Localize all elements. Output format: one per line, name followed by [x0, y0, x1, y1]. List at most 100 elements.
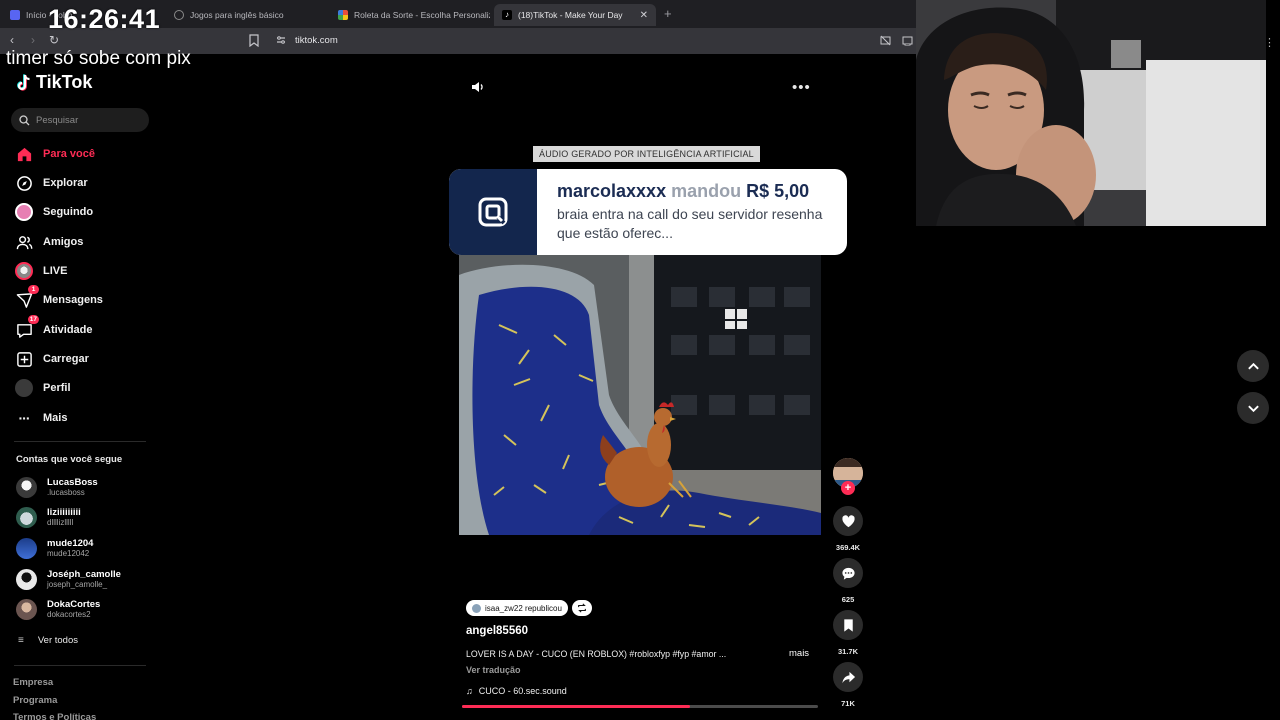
share-button[interactable] — [833, 662, 863, 692]
cast-icon[interactable] — [902, 35, 913, 46]
following-account-lucasboss[interactable]: LucasBoss .lucasboss — [16, 477, 98, 498]
no-tracking-icon[interactable] — [880, 35, 891, 46]
tiktok-note-icon — [17, 73, 30, 91]
comment-button[interactable] — [833, 558, 863, 588]
account-name: mude1204 — [47, 538, 94, 549]
browser-tab-jogos[interactable]: Jogos para inglês básico — [166, 4, 326, 26]
avatar — [16, 538, 37, 559]
tab-label: (18)TikTok - Make Your Day — [518, 10, 623, 20]
list-icon: ≡ — [18, 635, 24, 646]
tab-label: Jogos para inglês básico — [190, 10, 284, 20]
donor-name: marcolaxxxx — [557, 181, 667, 201]
footer-link-programa[interactable]: Programa — [13, 695, 57, 706]
translate-button[interactable]: Ver tradução — [466, 665, 521, 675]
donation-verb: mandou — [671, 181, 742, 201]
video-sound[interactable]: ♫ CUCO - 60.sec.sound — [466, 686, 567, 696]
following-avatar-icon — [15, 203, 33, 221]
reposter-avatar — [472, 603, 481, 613]
tab-label: Roleta da Sorte - Escolha Personaliza — [354, 10, 490, 20]
follow-plus-icon[interactable]: + — [841, 481, 855, 495]
save-button[interactable] — [833, 610, 863, 640]
see-all-label: Ver todos — [37, 635, 78, 646]
messages-icon: 1 — [15, 285, 39, 309]
url-text[interactable]: tiktok.com — [295, 35, 338, 46]
pix-icon — [478, 197, 508, 227]
compass-icon — [15, 174, 33, 192]
following-account-joseph[interactable]: Joséph_camolle joseph_camolle_ — [16, 569, 121, 590]
nav-seguindo[interactable]: Seguindo — [15, 203, 93, 221]
pix-donation-alert: marcolaxxxx mandou R$ 5,00 braia entra n… — [449, 169, 847, 255]
nav-carregar[interactable]: Carregar — [15, 350, 89, 368]
chevron-up-icon — [1247, 362, 1259, 369]
save-count: 31.7K — [837, 647, 858, 656]
nav-label: LIVE — [43, 265, 68, 277]
sound-name: CUCO - 60.sec.sound — [478, 686, 567, 696]
close-tab-icon[interactable]: ✕ — [640, 10, 648, 21]
music-note-icon: ♫ — [466, 686, 473, 696]
video-caption: LOVER IS A DAY - CUCO (EN ROBLOX) #roblo… — [466, 649, 727, 659]
volume-icon[interactable] — [470, 79, 486, 95]
comment-count: 625 — [841, 595, 855, 604]
search-input[interactable] — [36, 114, 136, 126]
footer-link-empresa[interactable]: Empresa — [13, 677, 53, 688]
video-player[interactable] — [459, 255, 821, 535]
more-icon: ··· — [18, 410, 31, 426]
profile-icon — [15, 379, 33, 397]
following-account-mude1204[interactable]: mude1204 mude12042 — [16, 538, 93, 559]
stream-timer: 16:26:41 — [48, 4, 161, 34]
site-info-icon[interactable] — [276, 35, 286, 45]
nav-label: Seguindo — [43, 206, 94, 218]
like-count: 369.4K — [835, 543, 861, 552]
following-account-dokacortes[interactable]: DokaCortes dokacortes2 — [16, 599, 100, 620]
previous-video-button[interactable] — [1237, 350, 1269, 382]
back-icon[interactable]: ‹ — [10, 33, 14, 47]
see-all-button[interactable]: ≡ Ver todos — [18, 635, 78, 646]
activity-icon: 17 — [15, 315, 39, 339]
stream-subline: timer só sobe com pix — [6, 48, 191, 69]
nav-label: Perfil — [43, 382, 71, 394]
video-options-icon[interactable]: ••• — [792, 79, 811, 96]
browser-tab-roleta[interactable]: Roleta da Sorte - Escolha Personaliza — [330, 4, 490, 26]
browser-tab-tiktok[interactable]: ♪ (18)TikTok - Make Your Day ✕ — [494, 4, 656, 26]
video-progress-bar[interactable] — [462, 705, 818, 708]
nav-atividade[interactable]: 17 Atividade — [15, 315, 93, 339]
nav-amigos[interactable]: Amigos — [15, 233, 83, 251]
bookmark-icon[interactable] — [249, 34, 259, 47]
video-author[interactable]: angel85560 — [466, 625, 528, 637]
reposted-by[interactable]: isaa_zw22 republicou — [466, 600, 592, 616]
upload-icon — [15, 350, 33, 368]
nav-label: Atividade — [43, 324, 93, 336]
reposter-label: isaa_zw22 republicou — [485, 603, 562, 613]
webcam-image — [916, 0, 1266, 226]
chevron-down-icon — [1247, 405, 1259, 412]
search-box[interactable] — [11, 108, 149, 132]
nav-mensagens[interactable]: 1 Mensagens — [15, 285, 103, 309]
nav-label: Explorar — [43, 177, 88, 189]
caption-more-button[interactable]: mais — [789, 648, 809, 659]
nav-live[interactable]: LIVE — [15, 262, 67, 280]
account-handle: mude12042 — [47, 549, 90, 558]
reload-icon[interactable]: ↻ — [49, 33, 59, 47]
avatar — [16, 477, 37, 498]
following-account-liziiii[interactable]: liziiiiiiiii dllllizlllll — [16, 507, 81, 528]
nav-perfil[interactable]: Perfil — [15, 379, 71, 397]
nav-label: Mensagens — [43, 294, 103, 306]
account-name: LucasBoss — [47, 477, 98, 488]
new-tab-icon[interactable]: + — [664, 6, 672, 21]
next-video-button[interactable] — [1237, 392, 1269, 424]
nav-mais[interactable]: ··· Mais — [15, 409, 68, 427]
reposter-pill[interactable]: isaa_zw22 republicou — [466, 600, 568, 616]
avatar — [16, 599, 37, 620]
forward-icon[interactable]: › — [31, 33, 35, 47]
nav-para-voce[interactable]: Para você — [15, 145, 95, 163]
like-button[interactable] — [833, 506, 863, 536]
video-progress-fill — [462, 705, 690, 708]
footer-link-termos[interactable]: Termos e Políticas — [13, 712, 96, 720]
video-frame-image — [459, 255, 821, 535]
tiktok-logo[interactable]: TikTok — [16, 72, 92, 93]
repost-icon[interactable] — [571, 600, 592, 616]
nav-explorar[interactable]: Explorar — [15, 174, 88, 192]
account-handle: dllllizlllll — [47, 518, 74, 527]
nav-label: Carregar — [43, 353, 89, 365]
share-count: 71K — [841, 699, 855, 708]
